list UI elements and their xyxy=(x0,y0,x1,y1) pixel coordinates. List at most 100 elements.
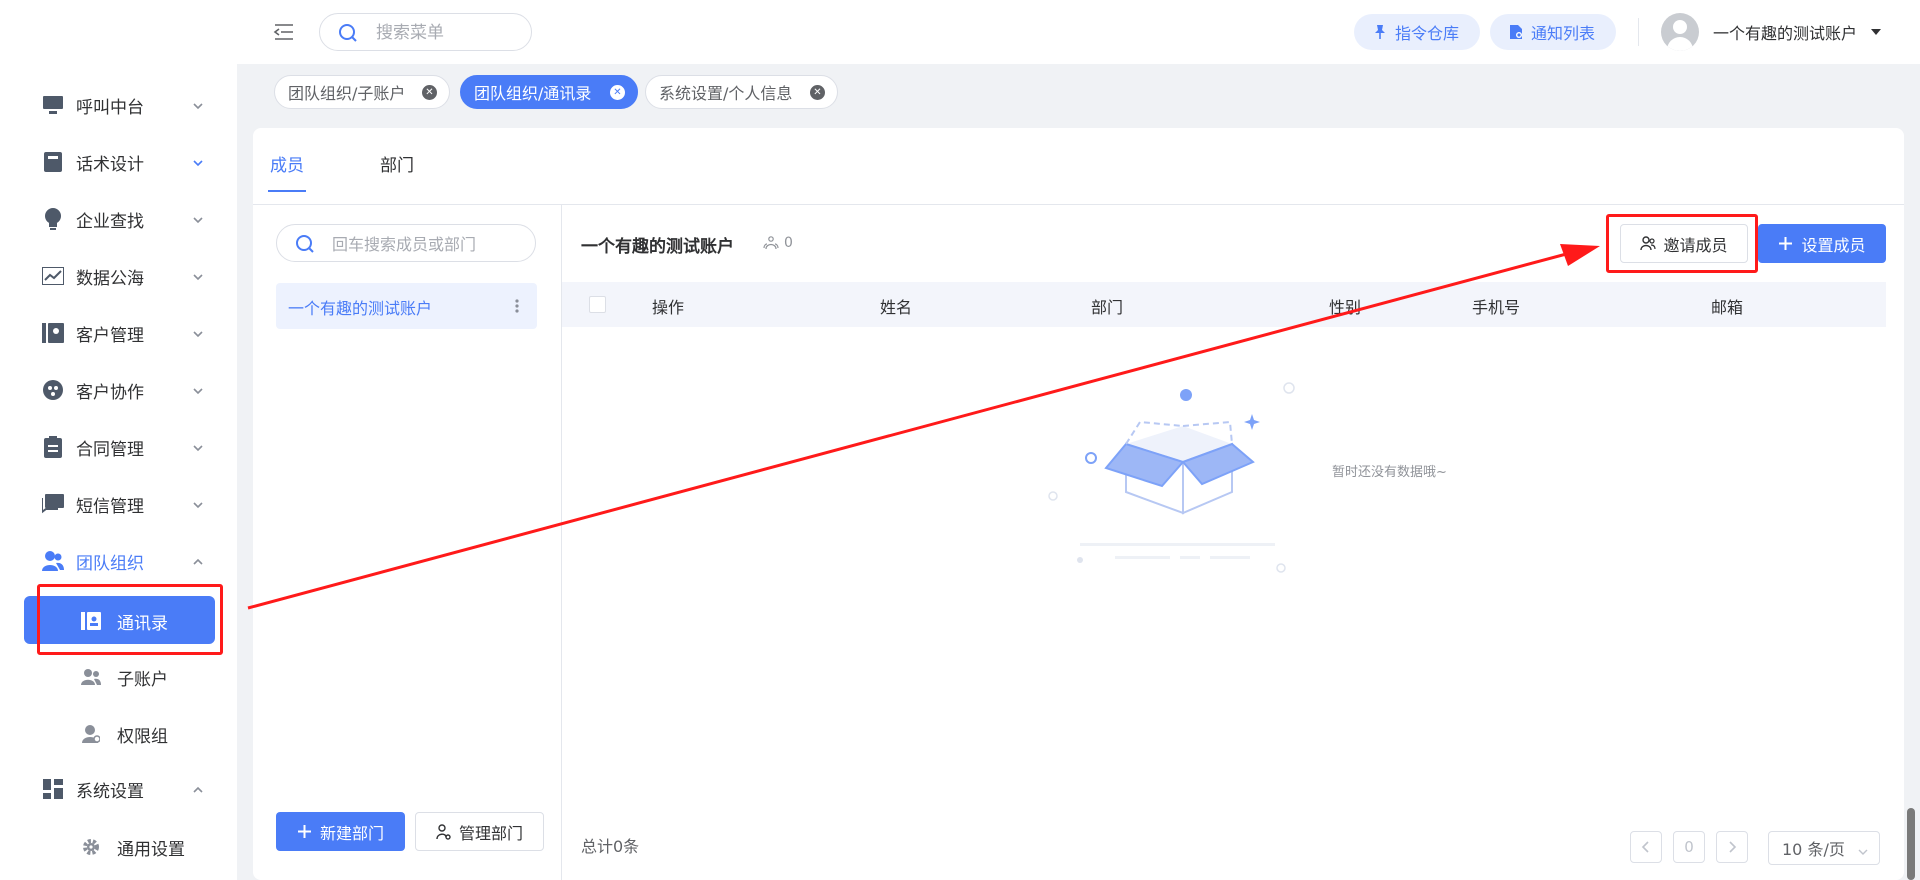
pin-icon xyxy=(1372,24,1388,40)
plus-icon xyxy=(1778,236,1793,251)
sidebar-item-team-organization[interactable]: 团队组织 xyxy=(0,536,237,586)
clipboard-icon xyxy=(42,436,64,458)
sidebar-item-customer-collaboration[interactable]: 客户协作 xyxy=(0,365,237,415)
dept-root-label: 一个有趣的测试账户 xyxy=(288,299,433,318)
annotation-highlight-address-book xyxy=(37,584,223,655)
empty-box-illustration xyxy=(1048,382,1295,573)
tab-underline xyxy=(268,190,306,192)
sidebar-item-company-search[interactable]: 企业查找 xyxy=(0,194,237,244)
chevron-down-icon xyxy=(191,497,205,511)
sidebar-item-contract-management[interactable]: 合同管理 xyxy=(0,422,237,472)
member-count: 0 xyxy=(763,235,793,251)
close-icon[interactable]: ✕ xyxy=(422,85,437,100)
column-header-phone: 手机号 xyxy=(1472,298,1521,317)
collapse-menu-icon[interactable] xyxy=(273,21,295,43)
current-page[interactable]: 0 xyxy=(1673,831,1705,863)
gear-icon xyxy=(81,837,101,857)
sidebar-item-script-design[interactable]: 话术设计 xyxy=(0,137,237,187)
org-title: 一个有趣的测试账户 xyxy=(581,237,734,257)
close-icon[interactable]: ✕ xyxy=(810,85,825,100)
chart-icon xyxy=(42,265,64,287)
user-menu[interactable]: 一个有趣的测试账户 xyxy=(1661,12,1882,52)
manage-department-button[interactable]: 管理部门 xyxy=(415,812,544,851)
sidebar-item-label: 团队组织 xyxy=(76,553,144,574)
more-vertical-icon[interactable] xyxy=(511,295,523,317)
sidebar-item-call-center[interactable]: 呼叫中台 xyxy=(0,80,237,130)
sidebar-item-label: 通用设置 xyxy=(117,840,185,860)
chevron-up-icon xyxy=(191,782,205,796)
sidebar-item-label: 子账户 xyxy=(117,670,168,690)
new-department-label: 新建部门 xyxy=(319,823,384,843)
notice-list-label: 通知列表 xyxy=(1531,24,1596,43)
sidebar-item-label: 数据公海 xyxy=(76,268,144,289)
total-count: 总计0条 xyxy=(581,837,640,856)
grid-icon xyxy=(42,778,64,800)
user-name: 一个有趣的测试账户 xyxy=(1713,24,1858,43)
sidebar-item-label: 短信管理 xyxy=(76,496,144,517)
header-divider xyxy=(1638,18,1639,46)
tab-sub-account[interactable]: 团队组织/子账户 ✕ xyxy=(274,75,450,109)
chevron-down-icon xyxy=(191,98,205,112)
tab-departments[interactable]: 部门 xyxy=(380,151,414,176)
empty-state-text: 暂时还没有数据哦~ xyxy=(1332,465,1447,480)
dept-search xyxy=(276,224,536,262)
sidebar-item-sms-management[interactable]: 短信管理 xyxy=(0,479,237,529)
new-department-button[interactable]: 新建部门 xyxy=(276,812,405,851)
column-header-email: 邮箱 xyxy=(1711,298,1744,317)
tab-members[interactable]: 成员 xyxy=(270,151,304,176)
top-header: 指令仓库 通知列表 一个有趣的测试账户 xyxy=(237,0,1920,64)
dept-search-input[interactable] xyxy=(332,233,527,255)
sidebar-item-system-settings[interactable]: 系统设置 xyxy=(0,764,237,814)
column-header-name: 姓名 xyxy=(880,298,913,317)
sidebar-item-label: 权限组 xyxy=(117,727,168,747)
collab-icon xyxy=(42,379,64,401)
monitor-icon xyxy=(42,94,64,116)
chevron-down-icon xyxy=(191,269,205,283)
prev-page-button[interactable] xyxy=(1630,831,1662,863)
sidebar: 呼叫中台 话术设计 企业查找 数据公海 客户管理 客户协作 合同管理 短信管理 xyxy=(0,0,237,880)
sidebar-item-general-settings[interactable]: 通用设置 xyxy=(0,822,237,872)
table-header: 操作 姓名 部门 性别 手机号 邮箱 xyxy=(562,282,1886,327)
team-icon xyxy=(42,550,64,572)
sidebar-item-label: 系统设置 xyxy=(76,781,144,802)
search-icon xyxy=(295,234,315,254)
dept-tree-root[interactable]: 一个有趣的测试账户 xyxy=(276,283,537,329)
chevron-up-icon xyxy=(191,554,205,568)
column-header-gender: 性别 xyxy=(1329,298,1362,317)
sidebar-item-customer-management[interactable]: 客户管理 xyxy=(0,308,237,358)
close-icon[interactable]: ✕ xyxy=(610,85,625,100)
sidebar-item-data-pool[interactable]: 数据公海 xyxy=(0,251,237,301)
scrollbar[interactable] xyxy=(1907,808,1915,880)
sidebar-item-label: 合同管理 xyxy=(76,439,144,460)
book-icon xyxy=(42,151,64,173)
subaccount-icon xyxy=(81,667,101,687)
search-icon xyxy=(338,23,358,43)
page-size-value: 10 条/页 xyxy=(1782,840,1845,859)
chevron-down-icon xyxy=(191,440,205,454)
sidebar-item-label: 呼叫中台 xyxy=(76,97,144,118)
column-header-action: 操作 xyxy=(652,298,685,317)
next-page-button[interactable] xyxy=(1716,831,1748,863)
message-icon xyxy=(42,493,64,515)
tab-label: 系统设置/个人信息 xyxy=(659,84,793,103)
sidebar-item-permission-group[interactable]: 权限组 xyxy=(0,709,237,759)
select-all-checkbox[interactable] xyxy=(589,296,606,313)
sidebar-item-label: 话术设计 xyxy=(76,154,144,175)
sidebar-item-sub-account[interactable]: 子账户 xyxy=(0,652,237,702)
members-icon xyxy=(763,236,779,250)
notice-list-button[interactable]: 通知列表 xyxy=(1490,14,1616,50)
command-repo-button[interactable]: 指令仓库 xyxy=(1354,14,1480,50)
menu-search xyxy=(319,13,532,51)
annotation-highlight-invite-member xyxy=(1606,214,1758,273)
sidebar-item-label: 客户管理 xyxy=(76,325,144,346)
chevron-down-icon xyxy=(1857,843,1869,855)
set-member-button[interactable]: 设置成员 xyxy=(1758,224,1886,263)
page-size-select[interactable]: 10 条/页 xyxy=(1768,831,1880,865)
contacts-icon xyxy=(42,322,64,344)
tab-personal-info[interactable]: 系统设置/个人信息 ✕ xyxy=(645,75,838,109)
tab-address-book[interactable]: 团队组织/通讯录 ✕ xyxy=(460,75,638,109)
user-settings-icon xyxy=(436,824,451,840)
menu-search-input[interactable] xyxy=(376,22,521,44)
chevron-down-icon xyxy=(191,326,205,340)
command-repo-label: 指令仓库 xyxy=(1395,24,1460,43)
